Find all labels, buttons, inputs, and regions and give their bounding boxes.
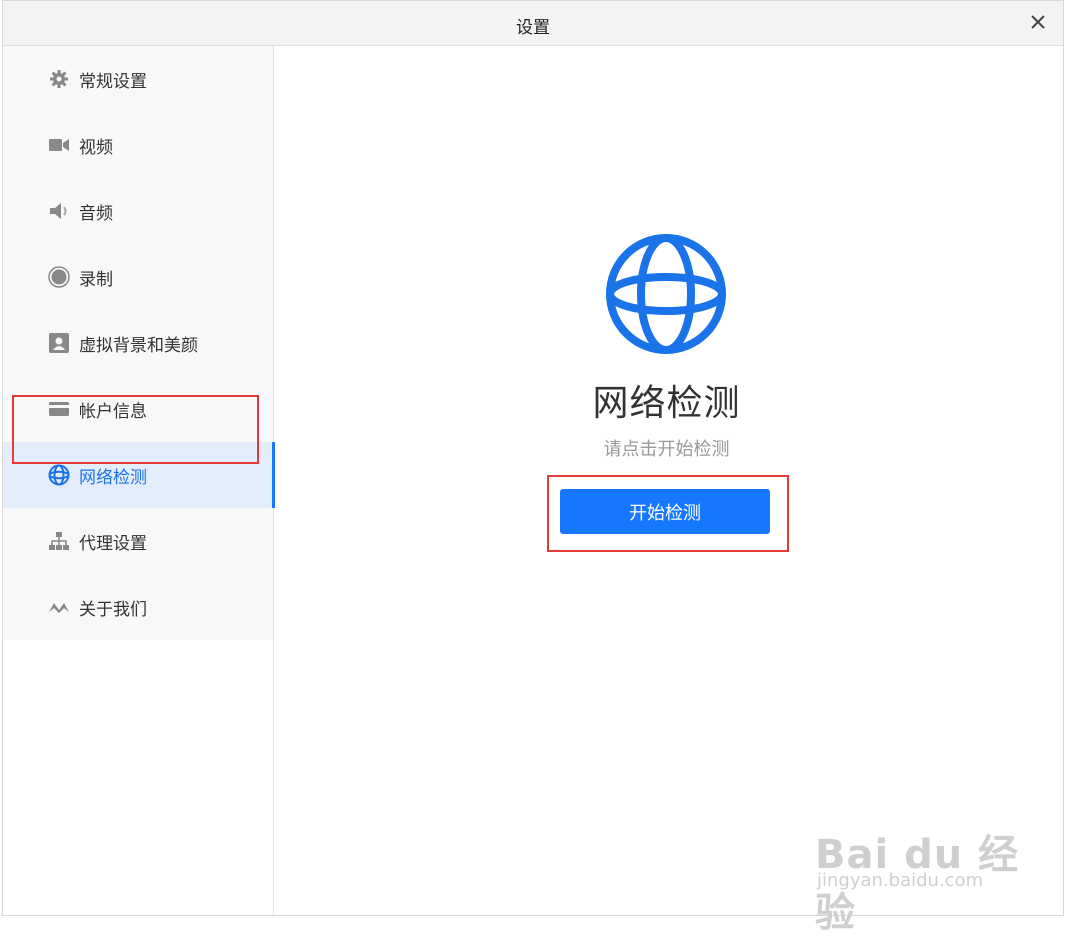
globe-icon: [606, 234, 726, 354]
sidebar-item-label: 视频: [79, 137, 113, 158]
sidebar-item-label: 代理设置: [79, 533, 147, 554]
sidebar-item-account[interactable]: 帐户信息: [3, 376, 273, 442]
close-icon: [1031, 15, 1045, 29]
sidebar-item-proxy[interactable]: 代理设置: [3, 508, 273, 574]
sidebar-item-label: 虚拟背景和美颜: [79, 335, 198, 356]
portrait-icon: [47, 331, 71, 355]
video-camera-icon: [47, 133, 71, 157]
sidebar-item-label: 常规设置: [79, 71, 147, 92]
start-check-button[interactable]: 开始检测: [560, 489, 770, 534]
sidebar-item-virtual-background[interactable]: 虚拟背景和美颜: [3, 310, 273, 376]
sidebar-item-general[interactable]: 常规设置: [3, 46, 273, 112]
sidebar-item-video[interactable]: 视频: [3, 112, 273, 178]
window-title: 设置: [516, 18, 550, 38]
gear-icon: [47, 67, 71, 91]
hint-text: 请点击开始检测: [603, 439, 730, 460]
sidebar-item-label: 关于我们: [79, 599, 147, 620]
sidebar-item-record[interactable]: 录制: [3, 244, 273, 310]
title-bar: 设置: [3, 1, 1063, 46]
logo-icon: [47, 595, 71, 619]
speaker-icon: [47, 199, 71, 223]
network-check-panel: 网络检测 请点击开始检测 开始检测: [274, 46, 1063, 915]
sidebar-item-network-check[interactable]: 网络检测: [3, 442, 275, 508]
sidebar: 常规设置 视频 音频 录制 虚拟背景和美颜 帐户信息 网络检测 代理设置 关于我…: [3, 46, 275, 915]
globe-icon: [47, 463, 71, 487]
settings-window: 设置 常规设置 视频 音频 录制 虚拟背景和美颜 帐户信息 网络检测 代理设置 …: [2, 0, 1064, 916]
sidebar-item-about[interactable]: 关于我们: [3, 574, 273, 640]
card-icon: [47, 397, 71, 421]
close-button[interactable]: [1023, 7, 1053, 37]
record-icon: [47, 265, 71, 289]
network-tree-icon: [47, 529, 71, 553]
sidebar-item-label: 网络检测: [79, 467, 147, 488]
page-title: 网络检测: [592, 383, 741, 424]
sidebar-item-label: 帐户信息: [79, 401, 147, 422]
sidebar-item-audio[interactable]: 音频: [3, 178, 273, 244]
sidebar-item-label: 音频: [79, 203, 113, 224]
sidebar-menu: 常规设置 视频 音频 录制 虚拟背景和美颜 帐户信息 网络检测 代理设置 关于我…: [3, 46, 275, 640]
sidebar-item-label: 录制: [79, 269, 113, 290]
